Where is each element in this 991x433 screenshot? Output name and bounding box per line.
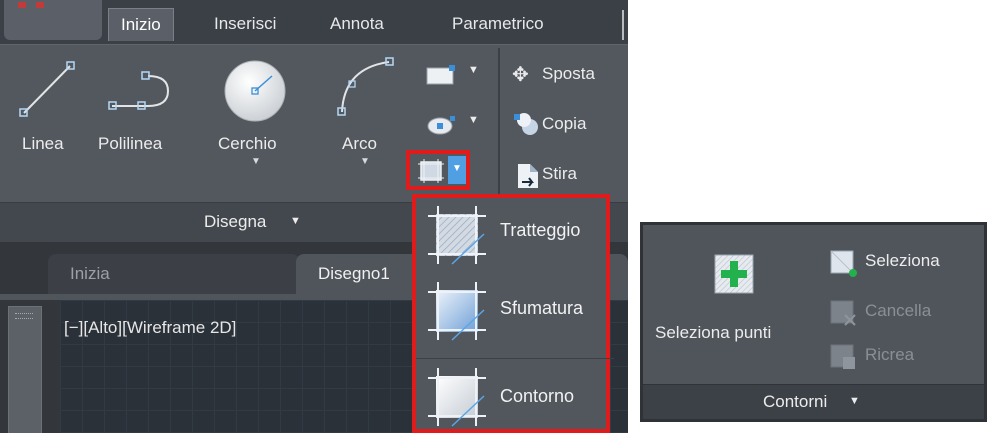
circle-tool[interactable]: Cerchio ▼ [208,52,304,192]
menu-item-hatch-label: Tratteggio [500,220,581,240]
move-label: Sposta [542,64,595,83]
polyline-icon [108,71,170,110]
ellipse-tool[interactable]: ▼ [424,110,484,140]
pick-points-button[interactable]: Seleziona punti [647,249,817,361]
chevron-down-icon: ▼ [452,163,462,174]
menu-item-boundary-label: Contorno [500,386,575,406]
gradient-icon [428,282,486,341]
arc-tool[interactable]: Arco ▼ [330,52,402,192]
remove-boundary-button[interactable]: Cancella [829,299,979,329]
circle-icon [224,60,286,122]
pick-points-label: Seleziona punti [655,323,772,342]
hatch-split-button[interactable]: ▼ [406,150,470,190]
rectangle-tool[interactable]: ▼ [424,60,484,90]
application-button[interactable] [4,0,102,40]
hatch-icon [418,159,444,183]
panel-separator [498,48,500,196]
polyline-label: Polilinea [98,134,163,153]
line-icon [19,61,75,117]
stretch-label: Stira [542,164,577,183]
copy-label: Copia [542,114,587,133]
polyline-tool[interactable]: Polilinea [96,52,196,192]
draw-panel-title: Disegna [204,212,267,231]
tab-inserisci[interactable]: Inserisci [202,8,288,40]
copy-icon [514,113,538,135]
hatch-dropdown-toggle[interactable]: ▼ [448,156,466,184]
select-objects-button[interactable]: Seleziona [829,249,979,279]
chevron-down-icon: ▼ [468,64,479,76]
remove-label: Cancella [865,301,932,320]
tab-overflow-edge [622,10,624,40]
boundaries-panel-title: Contorni [763,392,828,411]
viewport-controls-label[interactable]: [−][Alto][Wireframe 2D] [64,318,236,338]
select-boundary-icon [830,250,857,277]
move-tool[interactable]: ✥ Sposta [512,60,628,92]
menu-item-hatch[interactable]: Tratteggio [416,198,614,268]
menu-item-boundary[interactable]: Contorno [416,364,614,433]
recreate-boundary-button[interactable]: Ricrea [829,343,979,373]
recreate-label: Ricrea [865,345,915,364]
move-icon: ✥ [512,64,529,86]
hatch-dropdown-menu: Tratteggio Sfumatura Contorno [412,194,614,433]
line-tool[interactable]: Linea [10,52,90,192]
tab-annota[interactable]: Annota [318,8,396,40]
ellipse-icon [427,116,455,135]
menu-item-gradient-label: Sfumatura [500,298,584,318]
grip-icon [15,313,33,319]
circle-dropdown-arrow[interactable]: ▼ [251,156,261,167]
copy-tool[interactable]: Copia [512,110,628,142]
menu-separator [416,358,614,359]
add-point-icon [714,254,754,294]
hatch-icon [428,206,486,265]
arc-icon [337,57,394,116]
tab-inizio[interactable]: Inizio [108,8,174,41]
stretch-icon [518,164,538,188]
app-logo-mark [36,2,44,8]
doc-tab-drawing1-label: Disegno1 [318,264,390,283]
stretch-tool[interactable]: Stira [512,160,628,192]
chevron-down-icon: ▼ [290,215,301,227]
app-logo-mark [18,2,26,8]
tab-parametrico[interactable]: Parametrico [440,8,556,40]
select-label: Seleziona [865,251,940,270]
boundary-icon [428,368,486,427]
chevron-down-icon: ▼ [468,114,479,126]
menu-item-gradient[interactable]: Sfumatura [416,276,614,346]
arc-label: Arco [342,134,377,153]
remove-boundary-icon [830,300,856,326]
rectangle-icon [426,65,455,85]
chevron-down-icon: ▼ [849,395,860,407]
line-label: Linea [22,134,64,153]
boundaries-panel-title-bar[interactable]: Contorni ▼ [643,384,984,419]
ribbon: Inizio Inserisci Annota Parametrico Line… [0,0,628,433]
doc-tab-start-label: Inizia [70,264,110,283]
recreate-boundary-icon [830,344,855,369]
boundaries-panel: Seleziona punti Seleziona Cancella Ricre… [640,222,987,422]
arc-dropdown-arrow[interactable]: ▼ [360,156,370,167]
doc-tab-start[interactable]: Inizia [48,254,300,294]
tool-palette-handle[interactable] [8,306,42,433]
circle-label: Cerchio [218,134,277,153]
